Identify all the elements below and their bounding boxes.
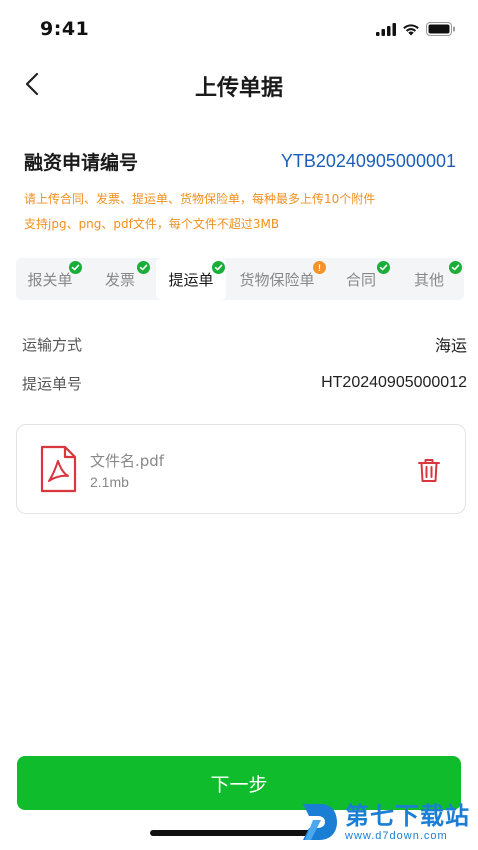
tab-label: 合同 [345,270,376,289]
tab-contract[interactable]: 合同 [328,258,394,300]
check-badge-icon [69,261,82,274]
tab-label: 发票 [104,270,135,289]
tab-customs-declaration[interactable]: 报关单 [16,258,84,300]
d7-logo-icon [303,804,337,840]
status-icons [376,22,456,36]
wifi-icon [403,23,419,35]
tab-label: 报关单 [27,270,73,289]
pdf-file-icon [40,445,77,493]
tab-other[interactable]: 其他 [394,258,464,300]
application-number-row: 融资申请编号 YTB20240905000001 [24,146,456,176]
application-number-value: YTB20240905000001 [280,150,456,171]
tab-label: 提运单 [168,270,214,289]
file-size: 2.1mb [90,474,129,490]
status-time: 9:41 [40,18,90,40]
watermark-url: www.d7down.com [345,830,448,842]
tab-label: 其他 [413,270,444,289]
warning-badge-icon: ! [313,261,326,274]
upload-tip-types: 请上传合同、发票、提运单、货物保险单，每种最多上传10个附件 [24,192,376,206]
application-number-label: 融资申请编号 [24,151,139,174]
transport-mode-row: 运输方式 海运 [22,332,467,356]
status-bar: 9:41 [0,0,478,56]
transport-mode-value: 海运 [434,338,467,355]
tab-label: 货物保险单 [239,270,315,289]
check-badge-icon [449,261,462,274]
bill-number-row: 提运单号 HT20240905000012 [22,371,467,395]
tab-bill-of-lading[interactable]: 提运单 [156,258,226,300]
tab-invoice[interactable]: 发票 [84,258,156,300]
file-name: 文件名.pdf [90,452,165,470]
nav-bar: 上传单据 [0,60,478,110]
transport-mode-label: 运输方式 [22,335,83,354]
battery-icon [426,22,455,36]
check-badge-icon [212,261,225,274]
document-type-tabs: 报关单 发票 提运单 货物保险单 ! 合同 其他 [16,258,464,300]
watermark-title: 第七下载站 [345,802,470,830]
cellular-signal-icon [376,22,396,36]
bill-number-value: HT20240905000012 [321,374,467,391]
check-badge-icon [137,261,150,274]
watermark-logo: 第七下载站 www.d7down.com [299,800,470,844]
trash-icon[interactable] [417,457,441,483]
uploaded-file-card[interactable]: 文件名.pdf 2.1mb [16,424,466,514]
upload-tip-format: 支持jpg、png、pdf文件，每个文件不超过3MB [24,217,280,231]
check-badge-icon [377,261,390,274]
page-title: 上传单据 [194,76,283,101]
tab-cargo-insurance[interactable]: 货物保险单 ! [226,258,328,300]
bill-number-label: 提运单号 [22,374,83,393]
